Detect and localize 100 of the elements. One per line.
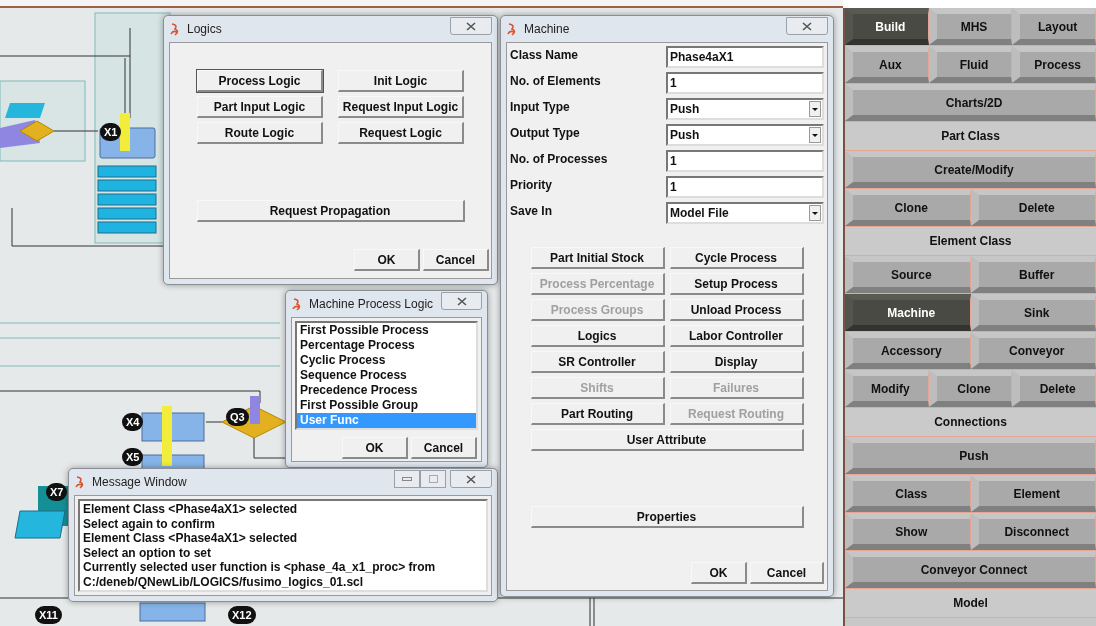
window-title: Logics bbox=[187, 21, 222, 38]
data-shape bbox=[5, 103, 45, 118]
node-badge: Q3 bbox=[226, 408, 249, 426]
panel-button[interactable]: Push bbox=[845, 437, 1096, 474]
field-label: Priority bbox=[510, 177, 553, 194]
close-icon bbox=[802, 21, 812, 31]
data-box bbox=[97, 179, 157, 192]
panel-button[interactable]: Conveyor Connect bbox=[845, 551, 1096, 588]
machine-option-button[interactable]: Display bbox=[669, 351, 804, 373]
window-title: Machine Process Logic bbox=[309, 296, 434, 313]
node-badge: X11 bbox=[35, 606, 62, 624]
machine-option-button[interactable]: Unload Process bbox=[669, 299, 804, 321]
panel-button[interactable]: Accessory bbox=[845, 332, 971, 369]
panel-button[interactable]: Sink bbox=[970, 294, 1096, 331]
logic-button[interactable]: Part Input Logic bbox=[197, 96, 323, 118]
field-label: Class Name bbox=[510, 47, 580, 64]
panel-button[interactable]: Show bbox=[845, 513, 971, 550]
process-option[interactable]: Cyclic Process bbox=[297, 353, 476, 368]
dropdown[interactable]: Push bbox=[666, 98, 824, 120]
panel-button[interactable]: Clone bbox=[928, 370, 1013, 407]
message-line: Select an option to set bbox=[83, 545, 212, 561]
node-badge: X4 bbox=[122, 413, 144, 431]
machine-option-button[interactable]: SR Controller bbox=[530, 351, 665, 373]
machine-option-button[interactable]: Labor Controller bbox=[669, 325, 804, 347]
cancel-button[interactable]: Cancel bbox=[750, 562, 824, 584]
minimize-icon bbox=[402, 477, 412, 481]
machine-option-button[interactable]: Cycle Process bbox=[669, 247, 804, 269]
close-button[interactable] bbox=[450, 470, 492, 488]
propagation-button[interactable]: Request Propagation bbox=[196, 200, 465, 222]
data-shape bbox=[14, 510, 66, 539]
field-label: No. of Elements bbox=[510, 73, 602, 90]
maximize-icon bbox=[428, 475, 438, 483]
cancel-button[interactable]: Cancel bbox=[423, 249, 489, 271]
message-line: Element Class <Phase4aX1> selected bbox=[83, 502, 299, 517]
machine-option-button[interactable]: Logics bbox=[530, 325, 665, 347]
ok-button[interactable]: OK bbox=[354, 249, 420, 271]
panel-button[interactable]: Charts/2D bbox=[845, 84, 1096, 121]
panel-button[interactable]: Aux bbox=[845, 46, 929, 83]
window-title: Message Window bbox=[92, 474, 187, 491]
dropdown[interactable]: Model File bbox=[666, 202, 824, 224]
field-label: No. of Processes bbox=[510, 151, 609, 168]
cancel-button[interactable]: Cancel bbox=[411, 437, 477, 459]
panel-button[interactable]: MHS bbox=[928, 8, 1013, 45]
close-button[interactable] bbox=[786, 17, 828, 35]
logic-button[interactable]: Request Logic bbox=[338, 122, 464, 144]
logic-button[interactable]: Process Logic bbox=[197, 70, 323, 92]
text-field[interactable]: 1 bbox=[665, 72, 824, 94]
process-option[interactable]: Percentage Process bbox=[297, 338, 476, 353]
panel-button[interactable]: Layout bbox=[1012, 8, 1096, 45]
panel-button[interactable]: Machine bbox=[845, 294, 971, 331]
process-option[interactable]: First Possible Process bbox=[297, 323, 476, 338]
process-option[interactable]: Sequence Process bbox=[297, 368, 476, 383]
properties-button[interactable]: Properties bbox=[530, 506, 804, 528]
ok-button[interactable]: OK bbox=[691, 562, 747, 584]
data-box bbox=[97, 207, 157, 220]
data-box bbox=[97, 165, 157, 178]
panel-button[interactable]: Build bbox=[845, 8, 929, 45]
text-field[interactable]: 1 bbox=[665, 150, 824, 172]
panel-button[interactable]: Element bbox=[970, 475, 1096, 512]
dropdown[interactable]: Push bbox=[666, 124, 824, 146]
panel-button[interactable]: Modify bbox=[845, 370, 929, 407]
window-title: Machine bbox=[524, 21, 570, 38]
panel-button[interactable]: Fluid bbox=[928, 46, 1013, 83]
panel-button[interactable]: Conveyor bbox=[970, 332, 1096, 369]
text-field[interactable]: 1 bbox=[665, 176, 824, 198]
operator-figure bbox=[162, 406, 172, 466]
process-option[interactable]: Precedence Process bbox=[297, 383, 476, 398]
machine-option-button[interactable]: Setup Process bbox=[669, 273, 804, 295]
machine-option-button[interactable]: Part Routing bbox=[530, 403, 665, 425]
operator-figure bbox=[120, 113, 130, 151]
ok-button[interactable]: OK bbox=[342, 437, 408, 459]
close-icon bbox=[456, 296, 467, 306]
panel-button[interactable]: Disconnect bbox=[970, 513, 1096, 550]
message-line: Currently selected user function is <phase_4a_x1_proc> from bbox=[83, 560, 437, 575]
panel-button[interactable]: Delete bbox=[1012, 370, 1096, 407]
panel-button[interactable]: Delete bbox=[970, 189, 1096, 226]
data-box bbox=[97, 221, 157, 234]
field-label: Save In bbox=[510, 203, 554, 220]
decision-diamond bbox=[19, 120, 55, 142]
panel-button[interactable]: Clone bbox=[845, 189, 971, 226]
process-option[interactable]: First Possible Group bbox=[297, 398, 476, 413]
close-button[interactable] bbox=[441, 292, 482, 310]
machine-option-button[interactable]: Part Initial Stock bbox=[530, 247, 665, 269]
logic-button[interactable]: Route Logic bbox=[197, 122, 323, 144]
panel-button[interactable]: Create/Modify bbox=[845, 151, 1096, 188]
panel-button[interactable]: Source bbox=[845, 256, 971, 293]
message-line: Select again to confirm bbox=[83, 516, 217, 532]
panel-button[interactable]: Class bbox=[845, 475, 971, 512]
text-field[interactable]: Phase4aX1 bbox=[665, 46, 824, 68]
field-label: Output Type bbox=[510, 125, 581, 142]
panel-button[interactable]: Buffer bbox=[970, 256, 1096, 293]
user-attribute-button[interactable]: User Attribute bbox=[530, 429, 804, 451]
panel-button[interactable]: Process bbox=[1012, 46, 1096, 83]
node-badge: X7 bbox=[46, 483, 68, 501]
node-badge: X5 bbox=[122, 448, 144, 466]
minimize-button[interactable] bbox=[394, 470, 420, 488]
operator-figure bbox=[250, 396, 260, 424]
logic-button[interactable]: Request Input Logic bbox=[338, 96, 464, 118]
close-button[interactable] bbox=[450, 17, 492, 35]
logic-button[interactable]: Init Logic bbox=[338, 70, 464, 92]
